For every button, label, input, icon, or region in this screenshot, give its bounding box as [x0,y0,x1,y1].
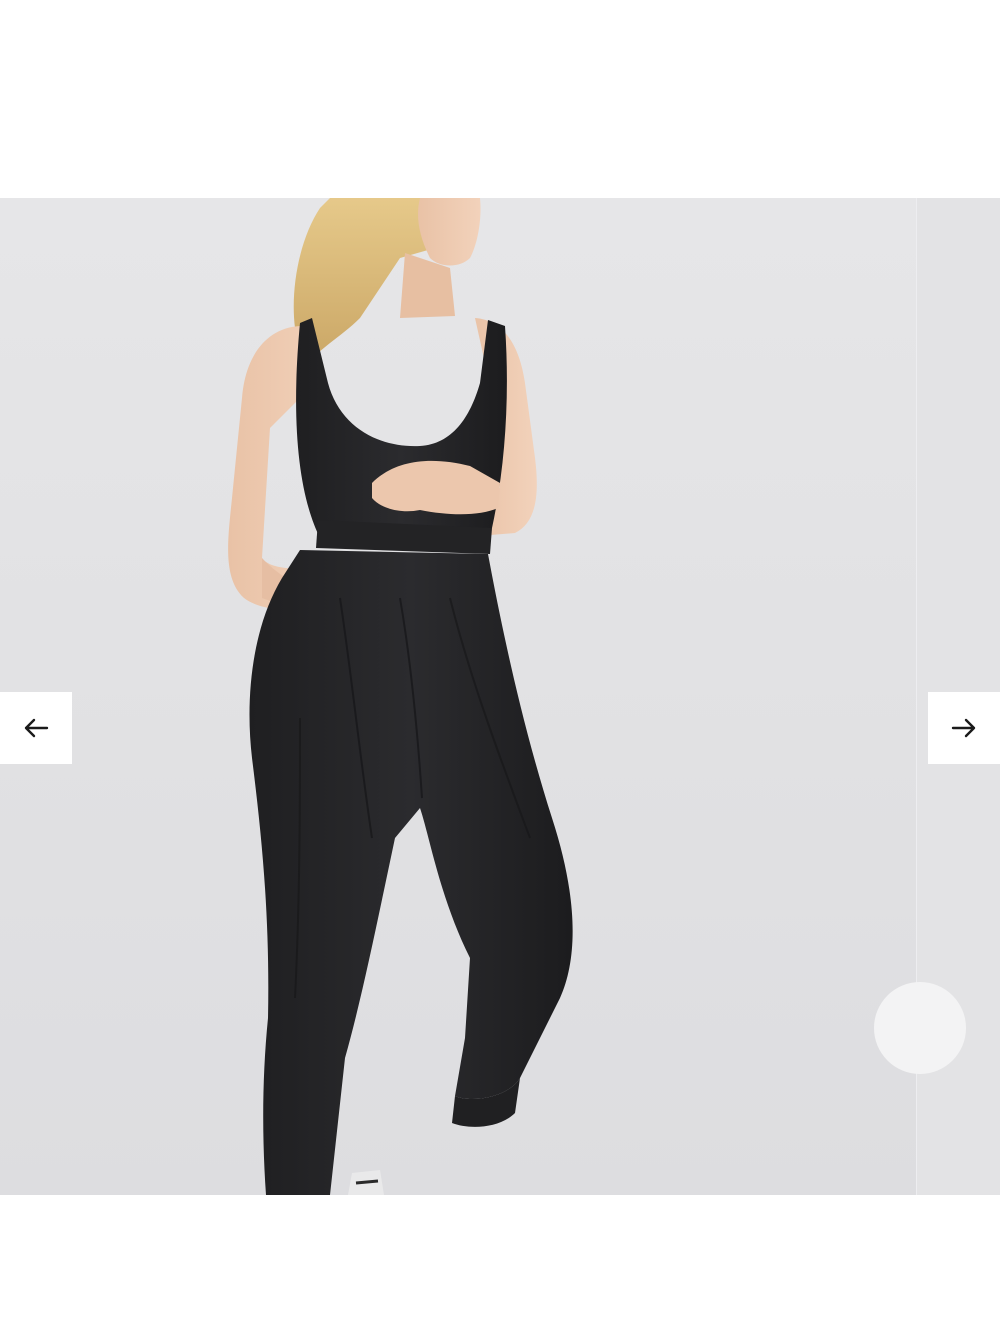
zoom-button[interactable] [874,982,966,1074]
arrow-left-icon [24,718,49,738]
product-page [0,0,1000,1333]
arrow-right-icon [951,718,976,738]
product-photo [228,198,573,1195]
product-image-slide[interactable] [0,198,916,1195]
previous-image-button[interactable] [0,692,72,764]
product-image-carousel [0,198,1000,1195]
next-image-button[interactable] [928,692,1000,764]
